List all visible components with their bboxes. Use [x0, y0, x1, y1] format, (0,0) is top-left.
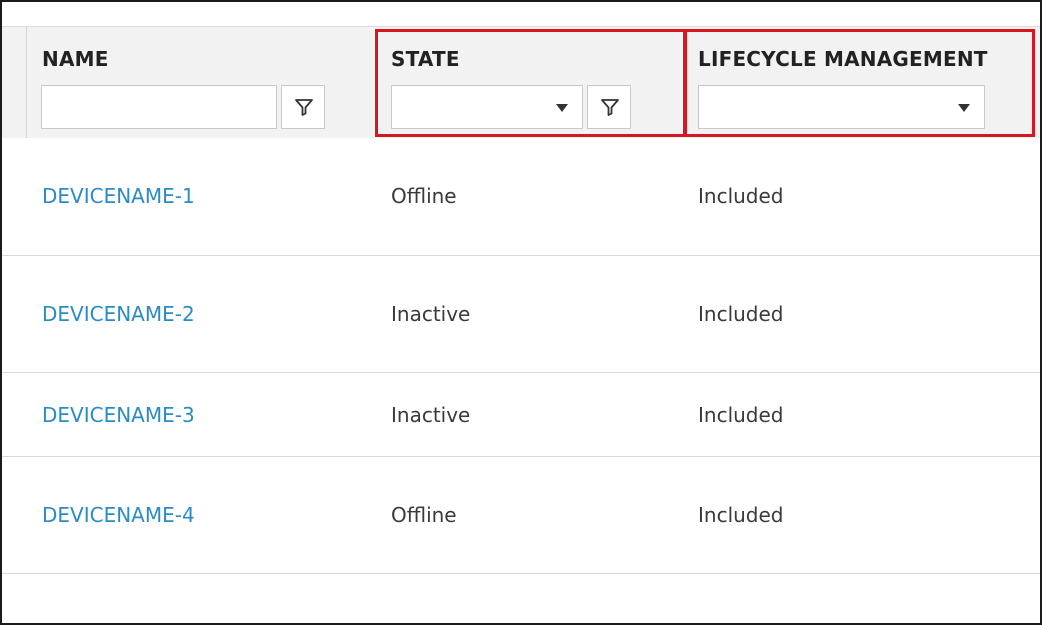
state-column-highlight [375, 29, 686, 137]
name-filter-input[interactable] [41, 85, 277, 129]
device-state: Inactive [391, 403, 471, 427]
table-row: DEVICENAME-4 Offline Included [2, 457, 1040, 574]
table-row: DEVICENAME-3 Inactive Included [2, 373, 1040, 457]
name-filter-button[interactable] [281, 85, 325, 129]
device-lifecycle: Included [698, 403, 784, 427]
column-header-name: NAME [42, 47, 109, 71]
device-lifecycle: Included [698, 503, 784, 527]
device-lifecycle: Included [698, 184, 784, 208]
header-left-separator [26, 27, 27, 138]
device-name-link[interactable]: DEVICENAME-2 [42, 302, 195, 326]
device-state: Offline [391, 503, 457, 527]
device-state: Inactive [391, 302, 471, 326]
lifecycle-column-highlight [684, 29, 1035, 137]
device-lifecycle: Included [698, 302, 784, 326]
device-name-link[interactable]: DEVICENAME-3 [42, 403, 195, 427]
device-name-link[interactable]: DEVICENAME-4 [42, 503, 195, 527]
device-name-link[interactable]: DEVICENAME-1 [42, 184, 195, 208]
table-row: DEVICENAME-1 Offline Included [2, 138, 1040, 256]
table-row: DEVICENAME-2 Inactive Included [2, 256, 1040, 373]
screenshot-frame: NAME STATE LIFECYCLE MANAGEMENT DEVICENA… [0, 0, 1042, 625]
device-state: Offline [391, 184, 457, 208]
funnel-icon [295, 99, 313, 116]
